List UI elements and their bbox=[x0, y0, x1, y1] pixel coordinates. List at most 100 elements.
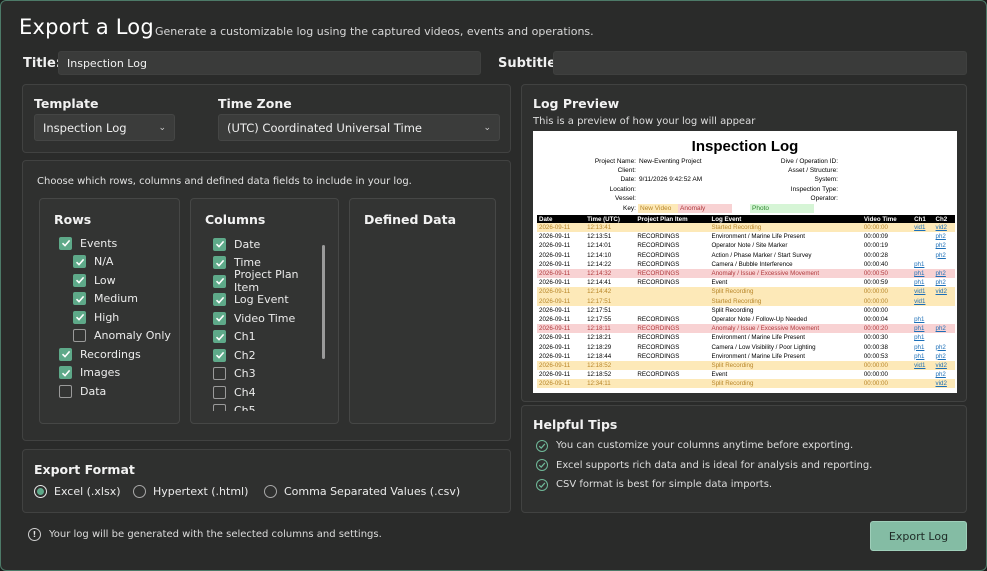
row-option-anomaly-only[interactable]: Anomaly Only bbox=[59, 327, 177, 346]
media-link[interactable]: ph2 bbox=[936, 371, 946, 378]
media-link[interactable]: vid2 bbox=[936, 380, 947, 387]
checkbox-checked[interactable] bbox=[73, 292, 86, 306]
preview-table: Date Time (UTC) Project Plan Item Log Event… bbox=[537, 215, 955, 389]
preview-cell-event: Environment / Marine Life Present bbox=[711, 334, 805, 342]
preview-cell-time: 12:18:11 bbox=[585, 324, 636, 334]
radio-csv[interactable] bbox=[264, 485, 277, 498]
checkbox-checked[interactable] bbox=[213, 293, 226, 307]
preview-cell-plan: RECORDINGS bbox=[635, 268, 710, 279]
media-link[interactable]: ph1 bbox=[914, 325, 924, 332]
media-link[interactable]: ph2 bbox=[936, 353, 946, 360]
info-icon: ! bbox=[28, 528, 41, 541]
media-link[interactable]: ph2 bbox=[936, 344, 946, 351]
media-link[interactable]: ph1 bbox=[914, 261, 924, 268]
media-link[interactable]: vid2 bbox=[936, 288, 947, 295]
meta-key: Date: bbox=[620, 176, 636, 184]
media-link[interactable]: vid1 bbox=[914, 298, 925, 305]
checkbox-checked[interactable] bbox=[59, 366, 72, 380]
preview-table-row: 2026-09-11 12:14:22 RECORDINGS Camera / Bub… bbox=[537, 260, 955, 269]
row-option-recordings[interactable]: Recordings bbox=[59, 345, 177, 364]
row-option-low[interactable]: Low bbox=[59, 271, 177, 290]
media-link[interactable]: ph1 bbox=[914, 316, 924, 323]
column-option-video-time[interactable]: Video Time bbox=[213, 309, 325, 328]
timezone-dropdown[interactable]: (UTC) Coordinated Universal Time ⌄ bbox=[218, 114, 500, 141]
checkbox-checked[interactable] bbox=[73, 255, 86, 269]
column-option-ch5[interactable]: Ch5 bbox=[213, 402, 325, 411]
checkbox-label: Data bbox=[80, 384, 107, 398]
media-link[interactable]: ph1 bbox=[914, 270, 924, 277]
preview-header: Log Preview bbox=[533, 96, 620, 111]
checkbox-unchecked[interactable] bbox=[213, 367, 226, 381]
media-link[interactable]: vid1 bbox=[914, 288, 925, 295]
preview-cell-vt: 00:00:40 bbox=[863, 260, 888, 268]
checkbox-checked[interactable] bbox=[59, 236, 72, 250]
column-option-date[interactable]: Date bbox=[213, 235, 325, 254]
media-link[interactable]: ph2 bbox=[936, 252, 946, 259]
media-link[interactable]: ph2 bbox=[936, 325, 946, 332]
media-link[interactable]: ph1 bbox=[914, 353, 924, 360]
preview-cell-vt: 00:00:38 bbox=[863, 343, 888, 351]
radio-xlsx[interactable] bbox=[34, 485, 47, 498]
column-option-ch2[interactable]: Ch2 bbox=[213, 346, 325, 365]
export-log-button[interactable]: Export Log bbox=[870, 521, 967, 551]
preview-cell-time: 12:14:41 bbox=[587, 279, 612, 287]
media-link[interactable]: ph1 bbox=[914, 279, 924, 286]
format-option-label: Excel (.xlsx) bbox=[54, 485, 121, 498]
checkbox-unchecked[interactable] bbox=[73, 329, 86, 343]
preview-cell-plan: RECORDINGS bbox=[637, 352, 680, 360]
checkbox-checked[interactable] bbox=[73, 310, 86, 324]
checkbox-checked[interactable] bbox=[73, 273, 86, 287]
media-link[interactable]: vid1 bbox=[914, 362, 925, 369]
preview-table-row: 2026-09-11 12:18:11 RECORDINGS Anomaly / Is… bbox=[537, 324, 955, 334]
preview-cell-vt: 00:00:50 bbox=[861, 268, 913, 279]
checkbox-checked[interactable] bbox=[213, 311, 226, 325]
row-option-medium[interactable]: Medium bbox=[59, 290, 177, 309]
radio-html[interactable] bbox=[133, 485, 146, 498]
row-option-n-a[interactable]: N/A bbox=[59, 253, 177, 272]
media-link[interactable]: ph1 bbox=[914, 334, 924, 341]
media-link[interactable]: vid2 bbox=[936, 224, 947, 231]
media-link[interactable]: ph2 bbox=[936, 233, 946, 240]
preview-cell-plan: RECORDINGS bbox=[637, 242, 680, 250]
subtitle-input[interactable] bbox=[553, 51, 967, 75]
checkbox-checked[interactable] bbox=[213, 256, 226, 270]
columns-scrollbar[interactable] bbox=[322, 245, 325, 359]
media-link[interactable]: ph2 bbox=[936, 270, 946, 277]
row-option-events[interactable]: Events bbox=[59, 234, 177, 253]
row-option-images[interactable]: Images bbox=[59, 364, 177, 383]
template-dropdown[interactable]: Inspection Log ⌄ bbox=[34, 114, 175, 141]
checkbox-checked[interactable] bbox=[213, 237, 226, 251]
format-option-html[interactable]: Hypertext (.html) bbox=[133, 485, 248, 498]
media-link[interactable]: vid2 bbox=[936, 362, 947, 369]
checkbox-checked[interactable] bbox=[213, 348, 226, 362]
preview-panel: Log Preview This is a preview of how you… bbox=[521, 84, 967, 402]
preview-cell-time: 12:18:29 bbox=[587, 343, 612, 351]
column-option-ch4[interactable]: Ch4 bbox=[213, 383, 325, 402]
column-option-ch1[interactable]: Ch1 bbox=[213, 328, 325, 347]
media-link[interactable]: ph2 bbox=[936, 279, 946, 286]
column-option-project-plan-item[interactable]: Project Plan Item bbox=[213, 268, 325, 294]
format-option-xlsx[interactable]: Excel (.xlsx) bbox=[34, 485, 121, 498]
meta-key: Inspection Type: bbox=[790, 185, 838, 193]
checkbox-unchecked[interactable] bbox=[59, 384, 72, 398]
preview-cell-ch1: vid1 bbox=[912, 360, 934, 370]
title-input[interactable]: Inspection Log bbox=[58, 51, 481, 75]
checkbox-unchecked[interactable] bbox=[213, 385, 226, 399]
preview-table-row: 2026-09-11 12:18:52 RECORDINGS Event 00:00:0… bbox=[537, 370, 955, 379]
media-link[interactable]: ph2 bbox=[936, 242, 946, 249]
checkbox-checked[interactable] bbox=[213, 330, 226, 344]
preview-key: Key: New Video Anomaly Photo bbox=[533, 204, 957, 214]
preview-cell-ch1: ph1 bbox=[912, 315, 933, 324]
column-option-ch3[interactable]: Ch3 bbox=[213, 365, 325, 384]
row-option-high[interactable]: High bbox=[59, 308, 177, 327]
checkbox-checked[interactable] bbox=[213, 274, 226, 288]
preview-table-row: 2026-09-11 12:13:41 Started Recording 00:00… bbox=[537, 223, 955, 233]
media-link[interactable]: ph1 bbox=[914, 344, 924, 351]
preview-cell-ch2: ph2 bbox=[934, 352, 955, 361]
checkbox-checked[interactable] bbox=[59, 347, 72, 361]
format-option-csv[interactable]: Comma Separated Values (.csv) bbox=[264, 485, 460, 498]
row-option-data[interactable]: Data bbox=[59, 382, 177, 401]
checkbox-unchecked[interactable] bbox=[213, 404, 226, 411]
preview-column-header: Ch2 bbox=[933, 215, 955, 223]
media-link[interactable]: vid1 bbox=[914, 224, 925, 231]
